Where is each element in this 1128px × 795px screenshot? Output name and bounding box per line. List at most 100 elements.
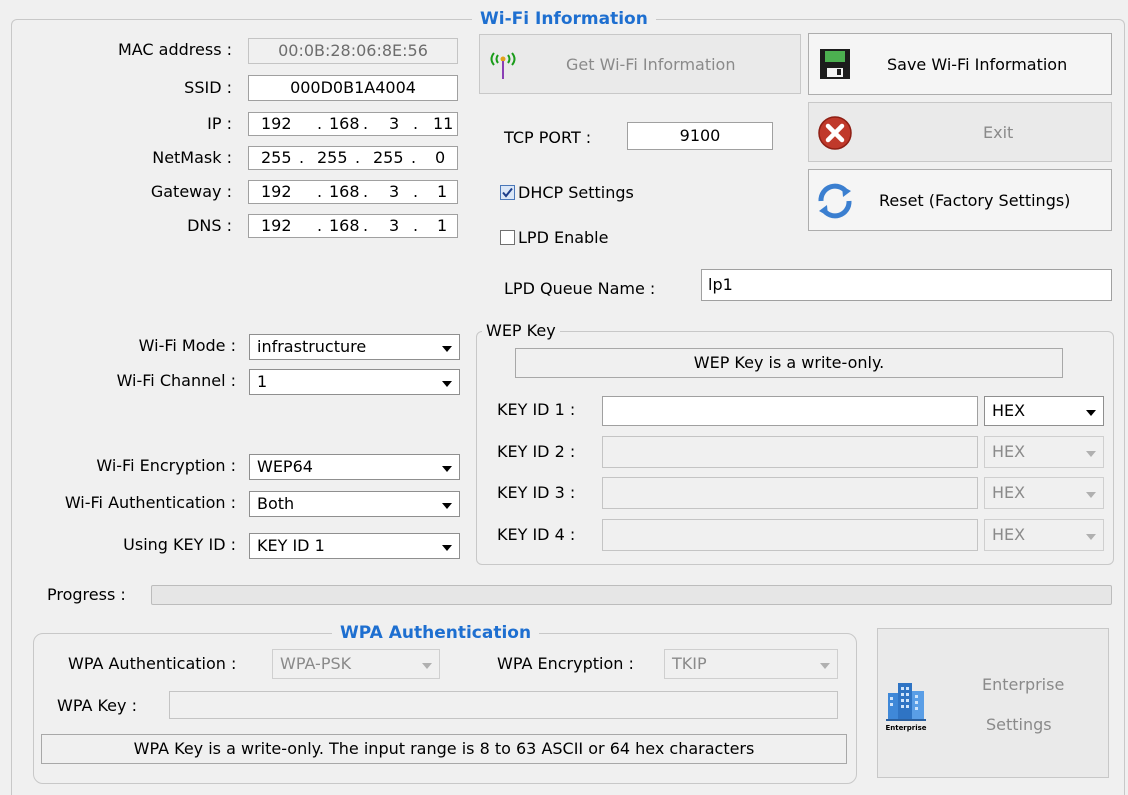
- key-id-4-label: KEY ID 4 :: [497, 525, 576, 544]
- wifi-authentication-label: Wi-Fi Authentication :: [64, 493, 236, 512]
- ip-label: IP :: [207, 114, 232, 133]
- wep-key-note: WEP Key is a write-only.: [515, 348, 1063, 378]
- dns-octet-1: 192: [261, 216, 292, 235]
- progress-label: Progress :: [47, 585, 126, 604]
- dns-octet-2: 168: [329, 216, 360, 235]
- gateway-octet-1: 192: [261, 182, 292, 201]
- dns-dot: .: [413, 216, 419, 235]
- chevron-down-icon: [422, 663, 432, 669]
- checkmark-icon: [502, 187, 513, 198]
- get-wifi-information-label: Get Wi-Fi Information: [566, 54, 736, 74]
- dns-label: DNS :: [187, 216, 232, 235]
- reset-factory-settings-button[interactable]: Reset (Factory Settings): [808, 169, 1112, 231]
- ssid-label: SSID :: [184, 78, 232, 97]
- ip-octet-4: 11: [433, 114, 454, 133]
- ip-octet-2: 168: [329, 114, 360, 133]
- gateway-dot: .: [363, 182, 369, 201]
- wpa-encryption-value: TKIP: [672, 654, 707, 673]
- wpa-authentication-value: WPA-PSK: [280, 654, 352, 673]
- ip-octet-1: 192: [261, 114, 292, 133]
- chevron-down-icon: [1086, 451, 1096, 457]
- floppy-disk-icon: [819, 48, 851, 80]
- enterprise-settings-label-line2: Settings: [986, 715, 1052, 734]
- tcp-port-field[interactable]: 9100: [627, 122, 773, 150]
- enterprise-settings-label-line1: Enterprise: [982, 675, 1065, 694]
- key-id-4-format-select[interactable]: HEX: [984, 519, 1104, 551]
- key-id-3-format-value: HEX: [992, 483, 1026, 502]
- key-id-4-field[interactable]: [602, 519, 978, 551]
- ip-dot: .: [413, 114, 419, 133]
- ip-dot: .: [317, 114, 323, 133]
- dns-field[interactable]: 192 . 168 . 3 . 1: [248, 214, 458, 238]
- reset-factory-settings-label: Reset (Factory Settings): [879, 190, 1071, 210]
- wpa-encryption-select[interactable]: TKIP: [664, 649, 838, 679]
- wifi-encryption-label: Wi-Fi Encryption :: [96, 456, 236, 475]
- using-key-id-label: Using KEY ID :: [123, 535, 236, 554]
- netmask-octet-1: 255: [261, 148, 292, 167]
- key-id-2-format-select[interactable]: HEX: [984, 436, 1104, 468]
- key-id-3-format-select[interactable]: HEX: [984, 477, 1104, 509]
- key-id-2-field[interactable]: [602, 436, 978, 468]
- dns-octet-4: 1: [437, 216, 448, 235]
- enterprise-building-icon: Enterprise: [884, 679, 928, 735]
- gateway-label: Gateway :: [150, 182, 232, 201]
- wpa-authentication-select[interactable]: WPA-PSK: [272, 649, 440, 679]
- netmask-field[interactable]: 255 . 255 . 255 . 0: [248, 146, 458, 170]
- using-key-id-value: KEY ID 1: [257, 536, 325, 555]
- wep-key-title: WEP Key: [482, 321, 560, 341]
- wifi-mode-select[interactable]: infrastructure: [249, 334, 460, 360]
- wifi-authentication-select[interactable]: Both: [249, 491, 460, 517]
- mac-address-label: MAC address :: [117, 40, 232, 59]
- netmask-label: NetMask :: [152, 148, 232, 167]
- wpa-authentication-title: WPA Authentication: [332, 623, 540, 643]
- wifi-channel-label: Wi-Fi Channel :: [116, 371, 236, 390]
- close-icon: [817, 115, 853, 151]
- wpa-authentication-label: WPA Authentication :: [68, 654, 237, 673]
- wpa-key-field[interactable]: [169, 691, 838, 719]
- wpa-key-note: WPA Key is a write-only. The input range…: [41, 734, 847, 764]
- ip-address-field[interactable]: 192 . 168 . 3 . 11: [248, 112, 458, 136]
- key-id-4-format-value: HEX: [992, 525, 1026, 544]
- wifi-mode-label: Wi-Fi Mode :: [138, 336, 236, 355]
- lpd-queue-name-field[interactable]: lp1: [701, 269, 1112, 301]
- enterprise-icon-caption: Enterprise: [885, 724, 927, 732]
- key-id-1-format-value: HEX: [992, 401, 1026, 420]
- ip-dot: .: [363, 114, 369, 133]
- key-id-3-field[interactable]: [602, 477, 978, 509]
- netmask-dot: .: [411, 148, 417, 167]
- wifi-channel-select[interactable]: 1: [249, 369, 460, 395]
- wpa-encryption-label: WPA Encryption :: [497, 654, 634, 673]
- wifi-authentication-value: Both: [257, 494, 295, 513]
- enterprise-settings-button[interactable]: Enterprise Enterprise Settings: [877, 628, 1109, 778]
- key-id-1-format-select[interactable]: HEX: [984, 396, 1104, 426]
- tcp-port-label: TCP PORT :: [504, 128, 592, 147]
- gateway-octet-4: 1: [437, 182, 448, 201]
- exit-button[interactable]: Exit: [808, 102, 1112, 162]
- lpd-enable-label: LPD Enable: [518, 228, 609, 247]
- key-id-2-label: KEY ID 2 :: [497, 442, 576, 461]
- chevron-down-icon: [1086, 410, 1096, 416]
- mac-address-field[interactable]: 00:0B:28:06:8E:56: [248, 38, 458, 64]
- gateway-field[interactable]: 192 . 168 . 3 . 1: [248, 180, 458, 204]
- key-id-3-label: KEY ID 3 :: [497, 483, 576, 502]
- wifi-channel-value: 1: [257, 372, 268, 391]
- save-wifi-information-button[interactable]: Save Wi-Fi Information: [808, 33, 1112, 95]
- dhcp-checkbox[interactable]: [500, 185, 515, 200]
- gateway-octet-2: 168: [329, 182, 360, 201]
- get-wifi-information-button[interactable]: Get Wi-Fi Information: [479, 34, 801, 94]
- chevron-down-icon: [1086, 492, 1096, 498]
- ssid-field[interactable]: 000D0B1A4004: [248, 75, 458, 101]
- key-id-1-label: KEY ID 1 :: [497, 400, 576, 419]
- chevron-down-icon: [442, 381, 452, 387]
- exit-label: Exit: [983, 122, 1014, 142]
- key-id-2-format-value: HEX: [992, 442, 1026, 461]
- refresh-icon: [815, 182, 855, 220]
- using-key-id-select[interactable]: KEY ID 1: [249, 533, 460, 559]
- gateway-dot: .: [317, 182, 323, 201]
- wifi-encryption-select[interactable]: WEP64: [249, 454, 460, 480]
- wifi-mode-value: infrastructure: [257, 337, 367, 356]
- chevron-down-icon: [820, 663, 830, 669]
- wifi-encryption-value: WEP64: [257, 457, 313, 476]
- key-id-1-field[interactable]: [602, 396, 978, 426]
- lpd-enable-checkbox[interactable]: [500, 230, 515, 245]
